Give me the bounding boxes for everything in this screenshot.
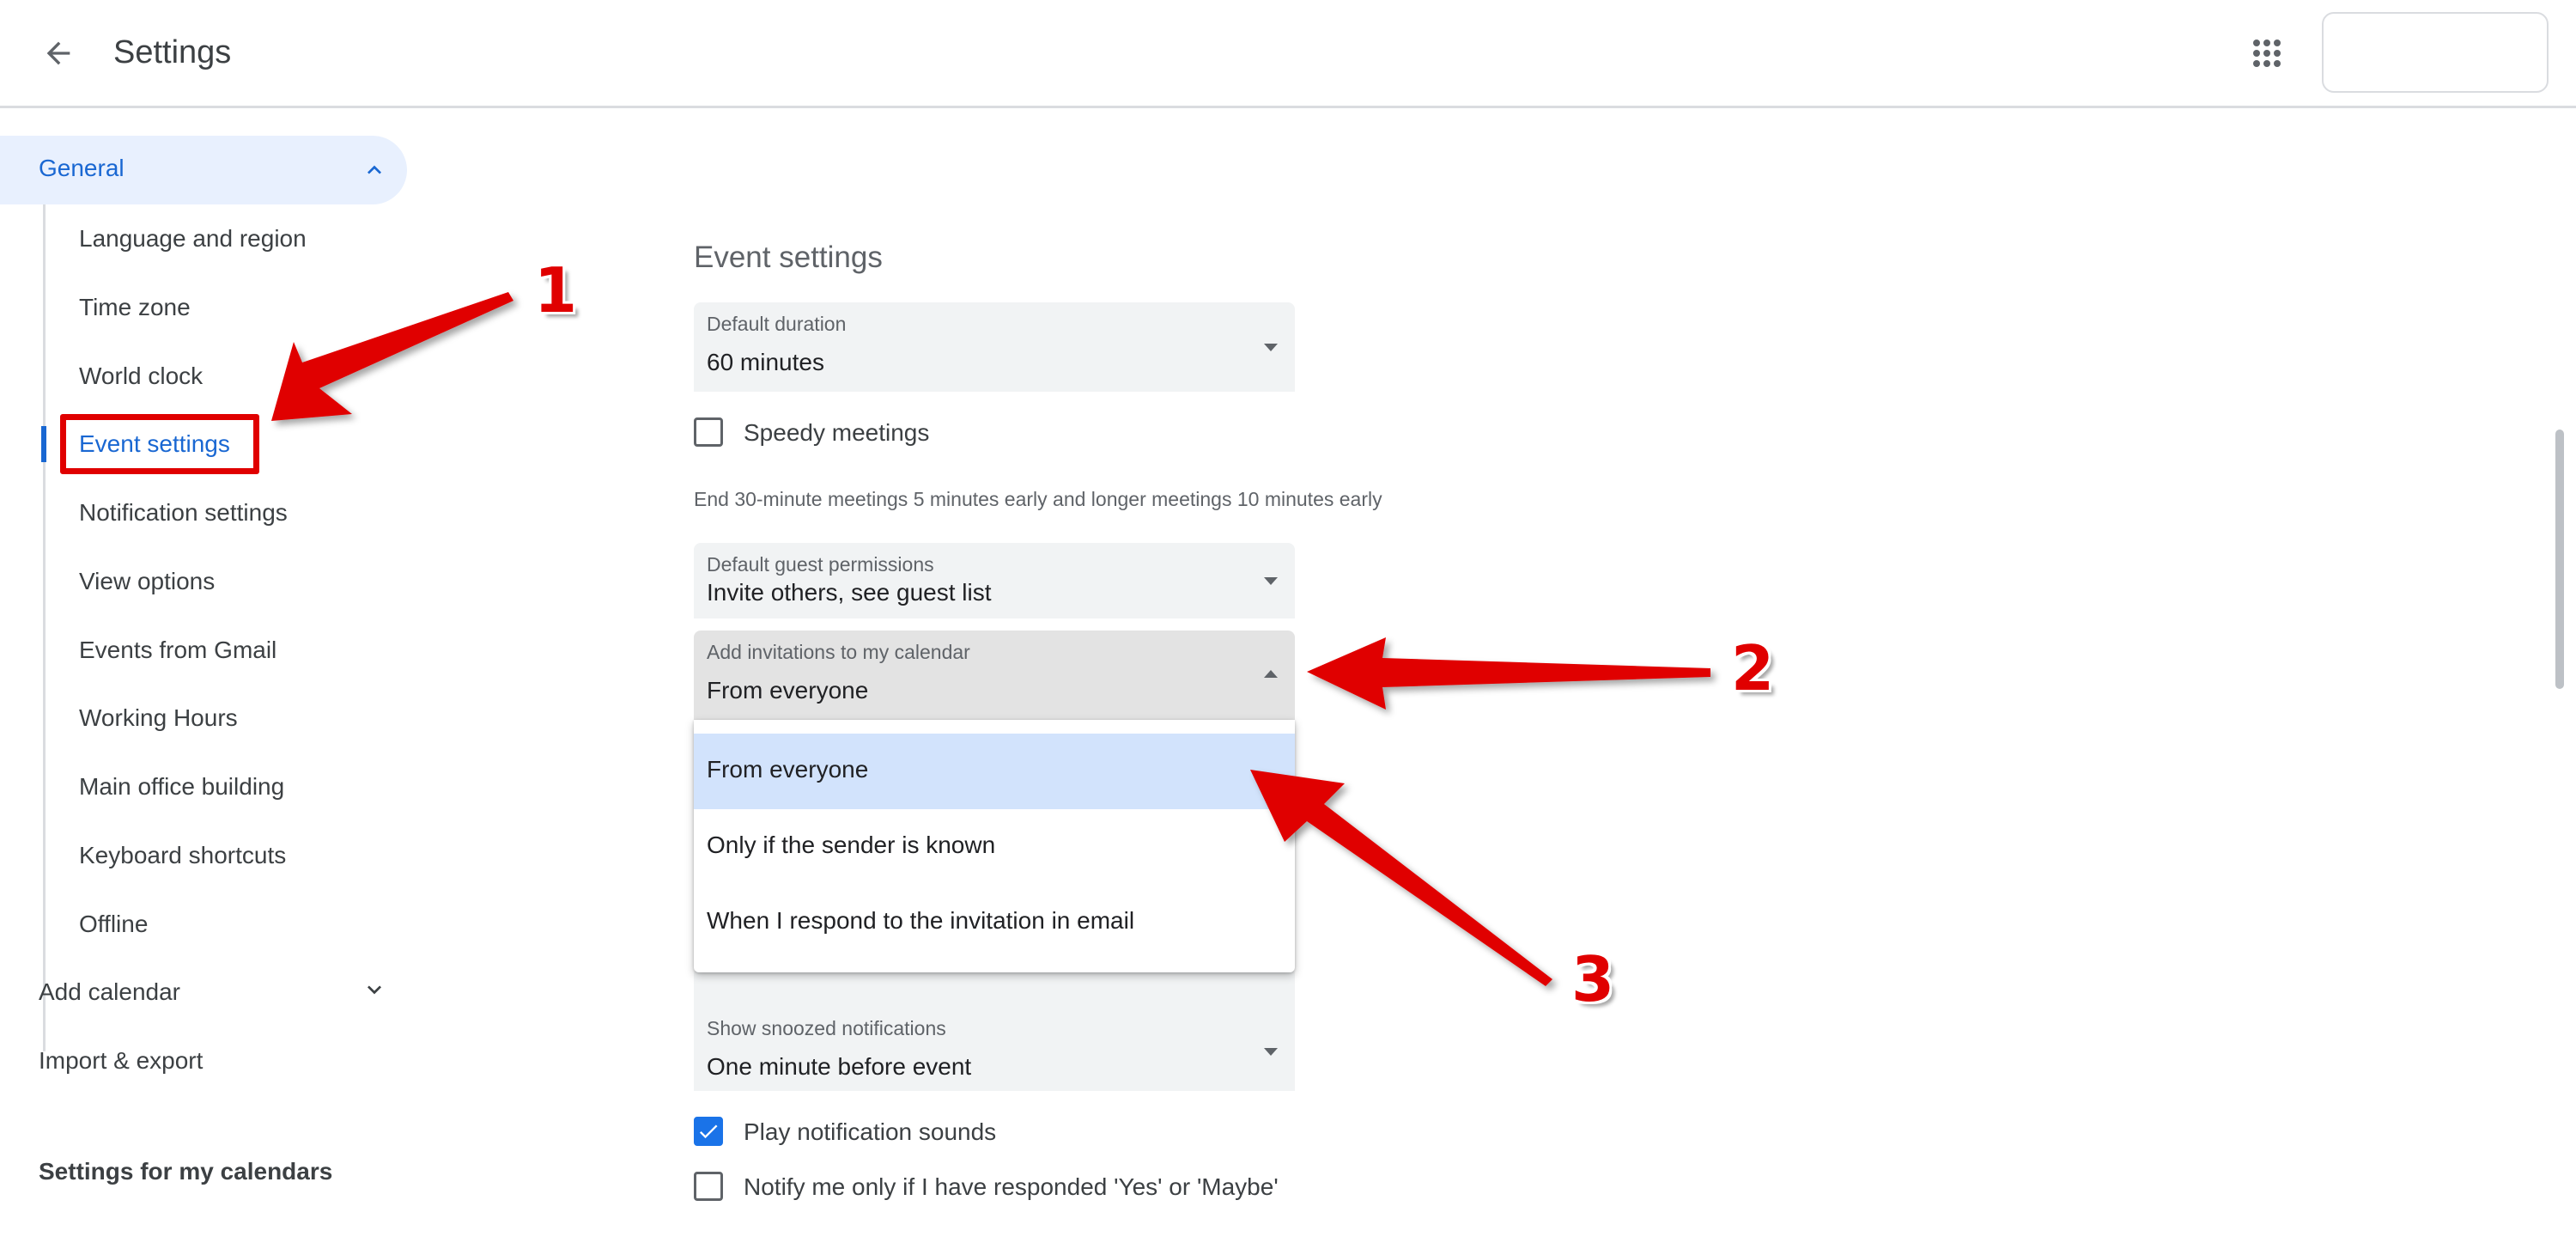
notify-responded-label: Notify me only if I have responded 'Yes'… <box>744 1173 1279 1200</box>
sidebar-item-general[interactable]: General <box>0 136 407 204</box>
annotation-highlight-box <box>60 414 259 474</box>
play-sounds-checkbox[interactable] <box>694 1117 723 1146</box>
notify-responded-checkbox[interactable] <box>694 1172 723 1201</box>
annotation-number-3: 3 <box>1571 943 1615 1015</box>
dropdown-caret-icon <box>1264 577 1278 585</box>
field-value: One minute before event <box>707 1053 972 1080</box>
dropdown-caret-icon <box>1264 344 1278 351</box>
speedy-meetings-helper-text: End 30-minute meetings 5 minutes early a… <box>694 488 1382 510</box>
sidebar-item-language-and-region[interactable]: Language and region <box>79 223 307 254</box>
add-invitations-select[interactable]: Add invitations to my calendar From ever… <box>694 631 1295 720</box>
option-label: When I respond to the invitation in emai… <box>707 907 1135 934</box>
field-value: 60 minutes <box>707 349 824 375</box>
section-title-event-settings: Event settings <box>694 241 883 274</box>
tree-line <box>43 204 46 1051</box>
annotation-number-1: 1 <box>534 254 578 326</box>
snoozed-notifications-select[interactable]: Show snoozed notifications One minute be… <box>694 967 1295 1091</box>
back-button[interactable] <box>34 26 82 81</box>
active-indicator <box>41 426 46 462</box>
sidebar-item-main-office-building[interactable]: Main office building <box>79 771 284 802</box>
dropdown-caret-icon <box>1264 670 1278 678</box>
option-when-i-respond[interactable]: When I respond to the invitation in emai… <box>694 885 1295 960</box>
sidebar-item-events-from-gmail[interactable]: Events from Gmail <box>79 635 276 666</box>
page-title: Settings <box>113 34 232 70</box>
check-icon <box>699 1124 718 1139</box>
add-invitations-dropdown-menu: From everyone Only if the sender is know… <box>694 720 1295 972</box>
guest-permissions-select[interactable]: Default guest permissions Invite others,… <box>694 543 1295 618</box>
app-header: Settings <box>0 0 2576 108</box>
play-sounds-label: Play notification sounds <box>744 1118 997 1145</box>
speedy-meetings-label: Speedy meetings <box>744 419 930 446</box>
annotation-number-2: 2 <box>1731 632 1775 704</box>
option-label: From everyone <box>707 756 869 783</box>
arrow-left-icon <box>46 41 70 65</box>
option-label: Only if the sender is known <box>707 832 996 858</box>
chevron-up-icon <box>368 165 381 174</box>
field-value: Invite others, see guest list <box>707 579 992 606</box>
annotation-arrow-2 <box>1307 637 1710 710</box>
default-duration-select[interactable]: Default duration 60 minutes <box>694 302 1295 392</box>
sidebar-item-world-clock[interactable]: World clock <box>79 361 203 392</box>
field-label: Show snoozed notifications <box>707 1017 946 1039</box>
sidebar-item-view-options[interactable]: View options <box>79 566 215 597</box>
sidebar-item-notification-settings[interactable]: Notification settings <box>79 497 288 528</box>
sidebar-item-working-hours[interactable]: Working Hours <box>79 703 238 734</box>
field-label: Default guest permissions <box>707 553 934 576</box>
speedy-meetings-checkbox[interactable] <box>694 417 723 447</box>
sidebar-item-label: General <box>39 155 125 181</box>
annotation-arrow-3 <box>1250 770 1552 986</box>
sidebar-heading-settings-for-my-calendars[interactable]: Settings for my calendars <box>39 1156 332 1187</box>
account-area[interactable] <box>2322 12 2549 93</box>
apps-button[interactable] <box>2246 33 2287 74</box>
sidebar-item-add-calendar[interactable]: Add calendar <box>39 977 180 1008</box>
chevron-down-icon[interactable] <box>361 976 388 1003</box>
page-scrollbar[interactable] <box>2555 430 2564 689</box>
apps-grid-icon <box>2253 40 2281 67</box>
field-label: Default duration <box>707 313 847 335</box>
dropdown-caret-icon <box>1264 1048 1278 1056</box>
sidebar-item-keyboard-shortcuts[interactable]: Keyboard shortcuts <box>79 840 286 871</box>
option-only-if-sender-known[interactable]: Only if the sender is known <box>694 809 1295 885</box>
sidebar-item-import-export[interactable]: Import & export <box>39 1045 203 1076</box>
sidebar-item-offline[interactable]: Offline <box>79 909 148 940</box>
settings-sidebar: General Language and region Time zone Wo… <box>0 108 447 1249</box>
field-label: Add invitations to my calendar <box>707 641 970 663</box>
field-value: From everyone <box>707 677 869 704</box>
option-from-everyone[interactable]: From everyone <box>694 734 1295 809</box>
sidebar-item-time-zone[interactable]: Time zone <box>79 292 191 323</box>
